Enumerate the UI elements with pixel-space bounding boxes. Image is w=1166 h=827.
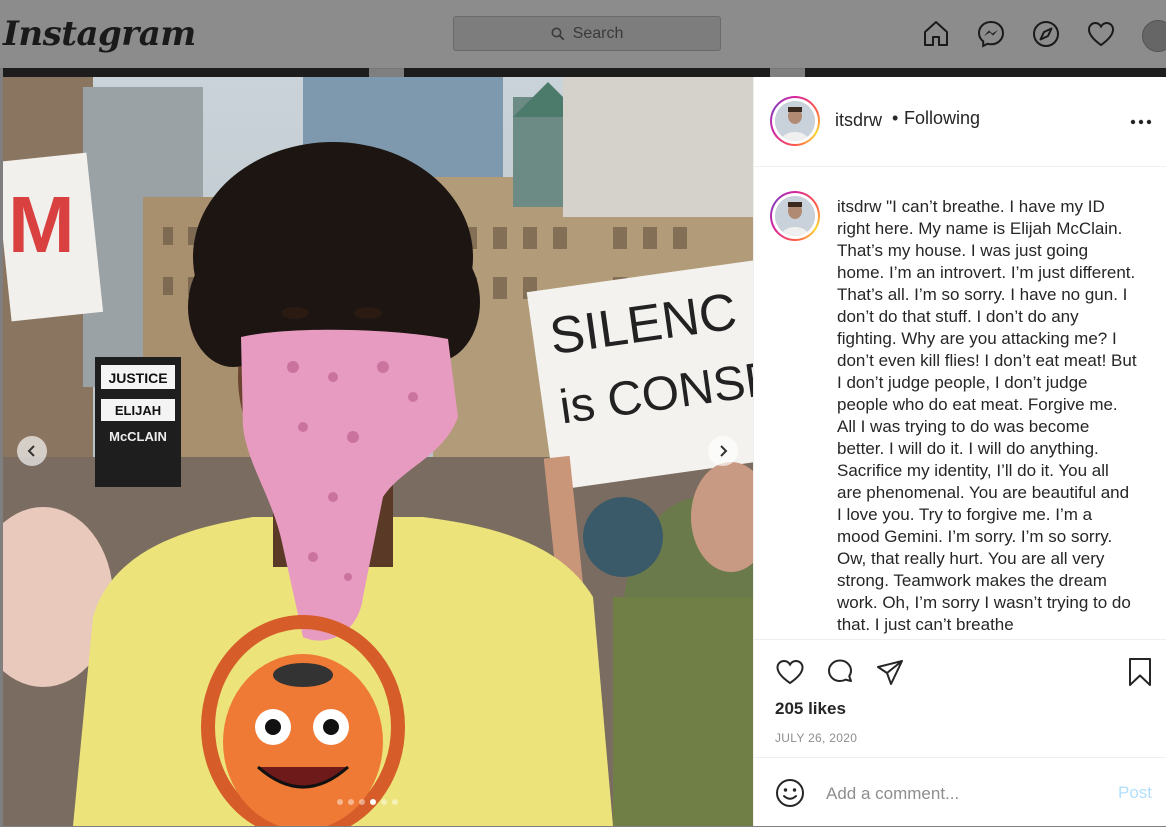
header-separator: • [892,108,899,128]
profile-avatar[interactable] [1142,20,1166,52]
sign-mcclain-text: McCLAIN [109,429,167,444]
comment-bubble-icon [828,659,852,682]
comment-composer: Post [754,757,1166,827]
paper-plane-icon [877,660,903,685]
heart-icon [776,659,804,685]
author-avatar[interactable] [770,96,820,146]
activity-heart-icon[interactable] [1085,18,1117,50]
post-comment-button[interactable]: Post [1118,783,1152,803]
post-header: itsdrw • Following [754,77,1166,167]
comment-button[interactable] [824,656,856,688]
post-actions: 205 likes JULY 26, 2020 [754,639,1166,758]
caption-author-avatar[interactable] [770,191,820,241]
chevron-right-icon [720,445,728,457]
post-author-username[interactable]: itsdrw [835,110,882,131]
chevron-left-icon [27,445,35,457]
search-icon [551,27,565,40]
messenger-icon[interactable] [975,18,1007,50]
protest-photo-illustration: M JUSTICE ELIJAH McCLAIN SILENC is CONSE… [3,77,753,826]
carousel-dot [370,799,376,805]
following-button[interactable]: Following [904,108,980,129]
share-button[interactable] [874,656,906,688]
emoji-button[interactable] [774,777,806,809]
more-options-button[interactable] [1130,111,1152,133]
carousel-indicator [337,799,398,805]
instagram-logo[interactable]: Instagram [3,14,196,54]
post-detail-panel: itsdrw • Following itsdrw "I can’t breat… [753,77,1166,826]
comment-input[interactable] [824,778,1108,810]
caption-text: "I can’t breathe. I have my ID right her… [837,197,1137,634]
carousel-dot [381,799,387,805]
bookmark-icon [1129,658,1151,686]
carousel-next-button[interactable] [708,436,738,466]
search-box[interactable]: Search [453,16,721,51]
top-navbar: Instagram Search [0,0,1166,69]
explore-icon[interactable] [1030,18,1062,50]
like-button[interactable] [774,656,806,688]
post-date[interactable]: JULY 26, 2020 [775,731,857,745]
likes-count[interactable]: 205 likes [775,699,846,719]
sign-elijah-text: ELIJAH [115,403,161,418]
caption-username[interactable]: itsdrw [837,197,881,216]
post-caption: itsdrw "I can’t breathe. I have my ID ri… [837,196,1137,636]
more-dots-icon [1130,119,1152,125]
search-placeholder: Search [572,24,624,42]
avatar-photo [775,101,815,141]
carousel-dot [359,799,365,805]
sign-justice-text: JUSTICE [108,370,167,386]
smiley-icon [776,779,804,807]
svg-text:M: M [8,180,75,269]
post-photo[interactable]: M JUSTICE ELIJAH McCLAIN SILENC is CONSE… [3,77,753,826]
carousel-dot [348,799,354,805]
caption-scroll-area[interactable]: itsdrw "I can’t breathe. I have my ID ri… [754,167,1166,639]
carousel-dot [337,799,343,805]
save-button[interactable] [1124,656,1156,688]
avatar-photo [775,196,815,236]
carousel-dot [392,799,398,805]
carousel-prev-button[interactable] [17,436,47,466]
home-icon[interactable] [920,18,952,50]
